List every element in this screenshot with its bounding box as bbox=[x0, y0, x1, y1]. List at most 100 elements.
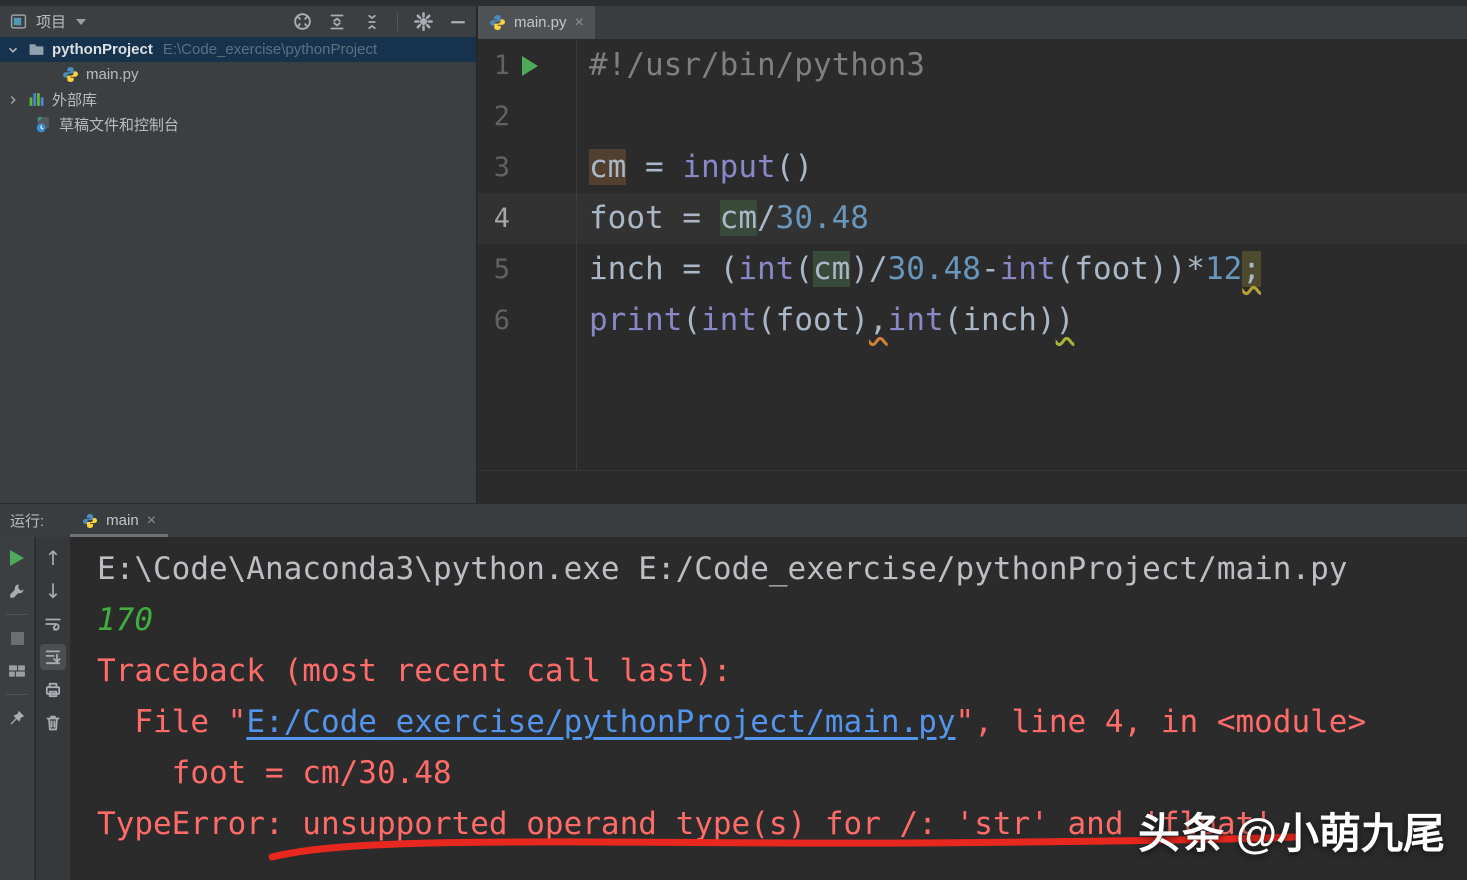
chevron-expanded-icon[interactable] bbox=[6, 43, 20, 57]
line-number: 5 bbox=[478, 254, 510, 285]
console-line-3: Traceback (most recent call last): bbox=[97, 646, 1467, 697]
prev-occurrence-button[interactable]: ↑ bbox=[40, 545, 66, 571]
code-token: int bbox=[1000, 251, 1056, 287]
python-file-icon bbox=[82, 513, 98, 529]
code-token: ( bbox=[682, 302, 701, 338]
editor-viewport-edge bbox=[478, 470, 1467, 471]
next-occurrence-button[interactable]: ↓ bbox=[40, 578, 66, 604]
locate-file-button[interactable] bbox=[292, 12, 312, 32]
code-token: int bbox=[738, 251, 794, 287]
up-arrow-icon: ↑ bbox=[45, 546, 62, 570]
code-line-2[interactable]: 2 bbox=[478, 91, 1467, 142]
editor-tab-bar: main.py × bbox=[478, 6, 1467, 40]
gutter bbox=[510, 295, 576, 346]
toolbar-separator bbox=[6, 694, 28, 695]
run-tab-label: main bbox=[106, 512, 139, 529]
chevron-collapsed-icon[interactable] bbox=[6, 93, 20, 107]
gutter bbox=[510, 91, 576, 142]
line-number: 1 bbox=[478, 50, 510, 81]
rerun-button[interactable] bbox=[4, 545, 30, 571]
console-text: Traceback (most recent call last): bbox=[97, 653, 732, 689]
gutter bbox=[510, 244, 576, 295]
play-icon bbox=[10, 550, 24, 566]
gutter bbox=[510, 142, 576, 193]
project-panel-title[interactable]: 项目 bbox=[36, 11, 66, 32]
run-panel-title: 运行: bbox=[10, 510, 44, 531]
watermark-handle: @小萌九尾 bbox=[1236, 810, 1445, 857]
toolbar-separator bbox=[6, 614, 28, 615]
modify-run-configuration-button[interactable] bbox=[4, 578, 30, 604]
console-text: File " bbox=[97, 704, 246, 740]
code-token: foot = bbox=[589, 200, 720, 236]
run-tab-main[interactable]: main × bbox=[70, 504, 168, 537]
code-text[interactable]: cm = input() bbox=[576, 142, 813, 193]
code-token: - bbox=[981, 251, 1000, 287]
code-line-3[interactable]: 3cm = input() bbox=[478, 142, 1467, 193]
soft-wrap-button[interactable] bbox=[40, 611, 66, 637]
console-line-5: foot = cm/30.48 bbox=[97, 748, 1467, 799]
line-number: 4 bbox=[478, 203, 510, 234]
project-window-icon bbox=[8, 12, 28, 32]
main-py-label: main.py bbox=[86, 66, 139, 83]
pin-tab-button[interactable] bbox=[4, 705, 30, 731]
pycharm-ide-window: { "icons": { "close": "×", "up": "↑", "d… bbox=[0, 0, 1467, 880]
stacktrace-file-link[interactable]: E:/Code_exercise/pythonProject/main.py bbox=[246, 704, 955, 740]
tree-item-external-libraries[interactable]: 外部库 bbox=[0, 87, 476, 112]
restore-layout-button[interactable] bbox=[4, 658, 30, 684]
code-token: #!/usr/bin/python3 bbox=[589, 47, 925, 83]
collapse-all-button[interactable] bbox=[362, 12, 382, 32]
code-token: ( bbox=[794, 251, 813, 287]
down-arrow-icon: ↓ bbox=[45, 579, 62, 603]
settings-gear-button[interactable] bbox=[413, 12, 433, 32]
hide-panel-button[interactable] bbox=[448, 12, 468, 32]
code-line-1[interactable]: 1 #!/usr/bin/python3 bbox=[478, 40, 1467, 91]
line-number: 2 bbox=[478, 101, 510, 132]
code-token: 30.48 bbox=[888, 251, 981, 287]
python-file-icon bbox=[62, 66, 79, 83]
external-libraries-label: 外部库 bbox=[52, 89, 97, 110]
scratches-icon bbox=[35, 116, 52, 133]
code-token: 12 bbox=[1205, 251, 1242, 287]
console-text: ", line 4, in <module> bbox=[956, 704, 1367, 740]
code-token: cm bbox=[589, 149, 626, 185]
scratches-label: 草稿文件和控制台 bbox=[59, 114, 179, 135]
code-text[interactable]: print(int(foot),int(inch)) bbox=[576, 295, 1074, 346]
console-text: foot = cm/30.48 bbox=[97, 755, 452, 791]
gutter bbox=[510, 193, 576, 244]
console-line-4: File "E:/Code_exercise/pythonProject/mai… bbox=[97, 697, 1467, 748]
console-text: 170 bbox=[97, 602, 153, 638]
close-icon[interactable]: × bbox=[575, 15, 584, 31]
tree-item-project-root[interactable]: pythonProject E:\Code_exercise\pythonPro… bbox=[0, 37, 476, 62]
code-text[interactable]: inch = (int(cm)/30.48-int(foot))*12; bbox=[576, 244, 1261, 295]
line-number: 6 bbox=[478, 305, 510, 336]
code-token: cm bbox=[720, 200, 757, 236]
tree-item-scratches[interactable]: 草稿文件和控制台 bbox=[0, 112, 476, 137]
code-token: (foot) bbox=[757, 302, 869, 338]
scroll-to-end-button[interactable] bbox=[40, 644, 66, 670]
run-line-icon[interactable] bbox=[522, 56, 538, 76]
close-icon[interactable]: × bbox=[147, 513, 156, 529]
code-lines: 1 #!/usr/bin/python3 2 3cm = input() 4 foot =… bbox=[478, 40, 1467, 346]
stop-icon bbox=[11, 632, 24, 645]
code-token: print bbox=[589, 302, 682, 338]
code-line-4[interactable]: 4 foot = cm/30.48 bbox=[478, 193, 1467, 244]
watermark: 头条@小萌九尾 bbox=[1138, 800, 1445, 861]
code-token: (foot))* bbox=[1056, 251, 1205, 287]
code-token: ) bbox=[1056, 302, 1075, 338]
print-button[interactable] bbox=[40, 677, 66, 703]
code-editor[interactable]: 1 #!/usr/bin/python3 2 3cm = input() 4 foot =… bbox=[478, 40, 1467, 470]
watermark-brand: 头条 bbox=[1138, 810, 1226, 857]
run-tool-window-header: 运行: main × bbox=[0, 503, 1467, 537]
code-token: 30.48 bbox=[776, 200, 869, 236]
code-token: , bbox=[869, 302, 888, 338]
clear-console-button[interactable] bbox=[40, 710, 66, 736]
code-text[interactable]: #!/usr/bin/python3 bbox=[576, 40, 925, 91]
editor-tab-main-py[interactable]: main.py × bbox=[478, 6, 595, 39]
expand-all-button[interactable] bbox=[327, 12, 347, 32]
tree-item-main-py[interactable]: main.py bbox=[0, 62, 476, 87]
code-line-5[interactable]: 5 inch = (int(cm)/30.48-int(foot))*12; bbox=[478, 244, 1467, 295]
stop-button[interactable] bbox=[4, 625, 30, 651]
code-text[interactable]: foot = cm/30.48 bbox=[576, 193, 869, 244]
chevron-down-icon[interactable] bbox=[76, 19, 86, 25]
code-line-6[interactable]: 6 print(int(foot),int(inch)) bbox=[478, 295, 1467, 346]
